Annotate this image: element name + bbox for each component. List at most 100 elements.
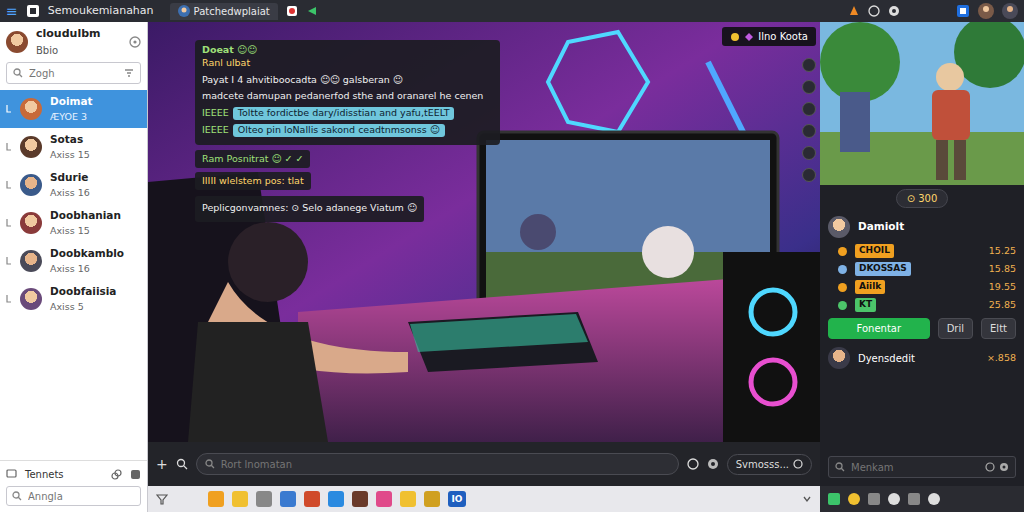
- action-button[interactable]: Fonentar: [828, 318, 930, 339]
- user-avatar-icon[interactable]: [1002, 3, 1018, 19]
- tool-icon[interactable]: [888, 493, 900, 505]
- app-icon[interactable]: [208, 491, 224, 507]
- profile-status: Bbio: [36, 43, 101, 58]
- stream-badge[interactable]: Ilno Koota: [722, 27, 816, 46]
- stream-badge-label[interactable]: Ilno Koota: [758, 29, 808, 44]
- action-button[interactable]: Eltt: [981, 318, 1016, 339]
- filter-icon[interactable]: [156, 493, 168, 505]
- action-icon[interactable]: [802, 58, 816, 72]
- app-icon[interactable]: [304, 491, 320, 507]
- footer-field-input[interactable]: [26, 488, 135, 505]
- sidebar-footer-row: Tennets: [6, 467, 141, 482]
- expand-icon[interactable]: [6, 142, 12, 152]
- expand-icon[interactable]: [6, 218, 12, 228]
- menu-icon[interactable]: ≡: [6, 4, 18, 18]
- taskbar-app-label[interactable]: IO: [448, 491, 466, 507]
- app-icon[interactable]: [400, 491, 416, 507]
- sidebar-item[interactable]: DoobkambloAxiss 16: [0, 242, 147, 280]
- zoom-icon[interactable]: [176, 458, 188, 470]
- chevron-icon[interactable]: [802, 494, 812, 504]
- action-icon[interactable]: [802, 80, 816, 94]
- action-button[interactable]: Dril: [938, 318, 973, 339]
- leaderboard-row[interactable]: KT25.85: [820, 296, 1024, 314]
- link-icon[interactable]: [111, 469, 122, 480]
- tab-label[interactable]: Patchedwplaiat: [194, 4, 270, 19]
- sidebar-search-input[interactable]: [27, 65, 120, 82]
- footer-label[interactable]: Tennets: [25, 467, 64, 482]
- sidebar-list: DoimatÆYOE 3SotasAxiss 15 SdurieAxiss 16 D…: [0, 90, 147, 318]
- action-icon[interactable]: [802, 124, 816, 138]
- leaderboard-row[interactable]: CHOIL15.25: [820, 242, 1024, 260]
- app-icon[interactable]: [424, 491, 440, 507]
- right-spacer: [820, 373, 1024, 456]
- app-icon[interactable]: [376, 491, 392, 507]
- action-icon[interactable]: [802, 102, 816, 116]
- app-icon[interactable]: [328, 491, 344, 507]
- search-icon: [835, 462, 845, 472]
- more-icon[interactable]: [130, 469, 141, 480]
- user-avatar-icon[interactable]: [978, 3, 994, 19]
- sidebar-item[interactable]: DoobfaiisiaAxiss 5: [0, 280, 147, 318]
- tool-icon[interactable]: [908, 493, 920, 505]
- tool-icon[interactable]: [928, 493, 940, 505]
- tool-icon[interactable]: [868, 493, 880, 505]
- filter-icon[interactable]: [124, 68, 134, 78]
- sidebar-item[interactable]: SdurieAxiss 16: [0, 166, 147, 204]
- chat-icon[interactable]: [6, 469, 17, 480]
- game-preview: [820, 22, 1024, 185]
- gear-icon[interactable]: [707, 458, 719, 470]
- stream-pane: Doeat ☺☺Ranl ulbatPayat I 4 ahvitiboocad…: [148, 22, 820, 512]
- search-icon: [12, 491, 22, 501]
- sidebar-item[interactable]: DoobhanianAxiss 15: [0, 204, 147, 242]
- app-icon[interactable]: [352, 491, 368, 507]
- avatar-icon: [178, 5, 190, 17]
- emoji-icon[interactable]: [985, 462, 995, 472]
- gear-icon[interactable]: [999, 462, 1009, 472]
- bell-icon[interactable]: [868, 5, 880, 17]
- right-search-box: [828, 456, 1016, 478]
- record-icon[interactable]: [687, 458, 699, 470]
- expand-icon[interactable]: [6, 180, 12, 190]
- add-icon[interactable]: +: [156, 454, 168, 475]
- app-window: ≡SemoukemianahanPatchedwplaiat cloudulbm…: [0, 0, 1024, 512]
- leaderboard-row[interactable]: DKOSSAS15.85: [820, 260, 1024, 278]
- expand-icon[interactable]: [6, 294, 12, 304]
- contact-subtitle: Axiss 16: [50, 186, 90, 200]
- app-icon[interactable]: [232, 491, 248, 507]
- home-icon[interactable]: [956, 4, 970, 18]
- user-avatar-icon: [828, 347, 850, 369]
- expand-icon[interactable]: [6, 256, 12, 266]
- right-search-row: [820, 456, 1024, 486]
- flame-icon[interactable]: [848, 5, 860, 17]
- action-icon[interactable]: [802, 168, 816, 182]
- window-tab[interactable]: Patchedwplaiat: [170, 3, 278, 20]
- sidebar-item[interactable]: DoimatÆYOE 3: [0, 90, 147, 128]
- app-icon[interactable]: [280, 491, 296, 507]
- composer-hint-button[interactable]: Svmosss...: [727, 454, 812, 475]
- rank-value: 15.85: [989, 262, 1016, 276]
- leaderboard-header: Damiolt: [820, 212, 1024, 242]
- action-icon[interactable]: [802, 146, 816, 160]
- circle-icon: [793, 459, 803, 469]
- chat-line-prefix: IEEEE: [202, 124, 229, 137]
- chat-line: IEEEEToltte fordictbe dary/idisstian and…: [202, 107, 493, 120]
- composer-search-input[interactable]: [219, 456, 670, 473]
- sidebar-item-text: SdurieAxiss 16: [50, 170, 90, 200]
- expand-icon[interactable]: [6, 104, 12, 114]
- tool-icon[interactable]: [828, 493, 840, 505]
- share-icon[interactable]: [306, 5, 318, 17]
- contact-subtitle: Axiss 15: [50, 148, 90, 162]
- right-search-input[interactable]: [849, 459, 981, 476]
- profile[interactable]: cloudulbmBbio: [0, 22, 147, 62]
- footer-user[interactable]: Dyensdedit×.858: [820, 343, 1024, 373]
- leaderboard-row[interactable]: Aiilk19.55: [820, 278, 1024, 296]
- composer-hint[interactable]: Svmosss...: [736, 457, 789, 472]
- stream-video: Doeat ☺☺Ranl ulbatPayat I 4 ahvitiboocad…: [148, 22, 820, 442]
- app-icon[interactable]: [256, 491, 272, 507]
- tool-icon[interactable]: [848, 493, 860, 505]
- settings-icon[interactable]: [888, 5, 900, 17]
- action-buttons: Fonentar Dril Eltt: [820, 314, 1024, 343]
- sidebar-item[interactable]: SotasAxiss 15: [0, 128, 147, 166]
- shield-icon[interactable]: [286, 5, 298, 17]
- settings-icon[interactable]: [129, 36, 141, 48]
